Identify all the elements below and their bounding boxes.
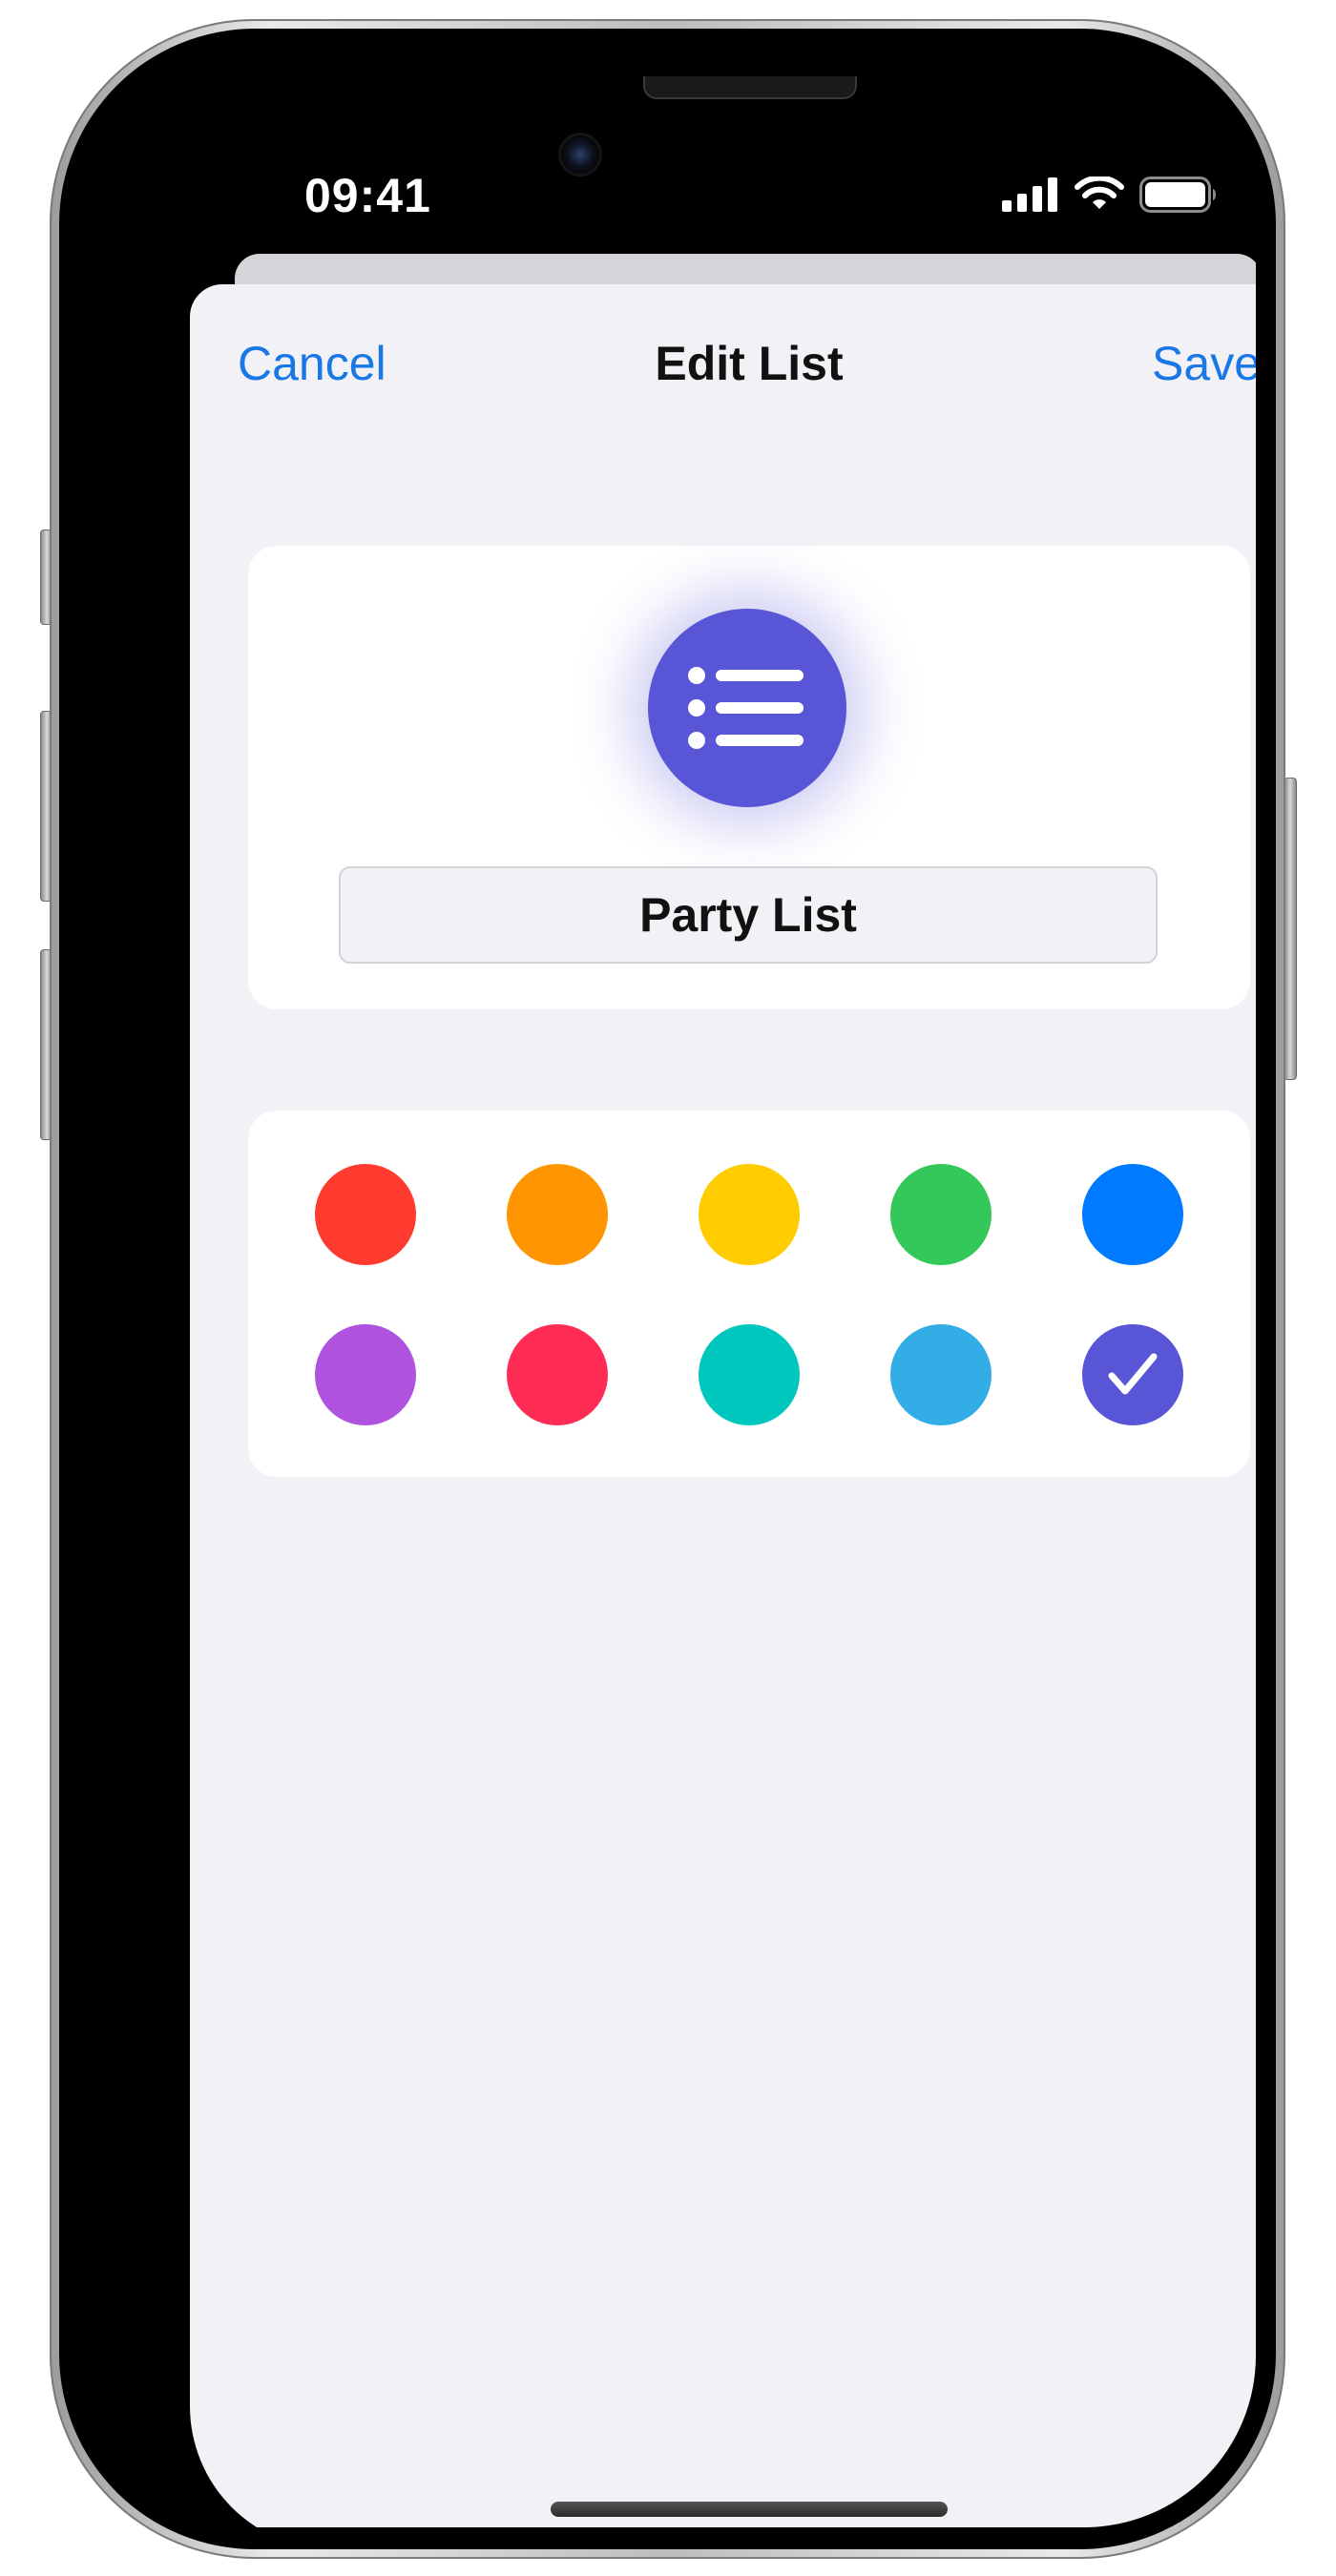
wifi-icon	[1075, 177, 1124, 209]
battery-icon	[1139, 177, 1216, 213]
side-power-button	[1284, 778, 1297, 1080]
color-swatch-indigo[interactable]	[1082, 1324, 1183, 1425]
phone-screen: 09:41 Edit List Cancel Save Party List	[80, 42, 1256, 2527]
color-swatch-yellow[interactable]	[699, 1164, 800, 1265]
list-bullet-icon	[688, 667, 804, 749]
color-swatch-red[interactable]	[315, 1164, 416, 1265]
list-icon-badge	[648, 609, 846, 807]
list-name-field[interactable]: Party List	[339, 866, 1158, 964]
color-swatch-pink[interactable]	[507, 1324, 608, 1425]
checkmark-icon	[1108, 1353, 1158, 1395]
color-swatch-green[interactable]	[890, 1164, 992, 1265]
color-swatch-grid	[315, 1164, 1183, 1425]
save-button[interactable]: Save	[1152, 336, 1256, 391]
home-indicator	[551, 2502, 948, 2517]
color-picker-card	[248, 1111, 1250, 1477]
front-camera	[561, 135, 599, 174]
color-swatch-purple[interactable]	[315, 1324, 416, 1425]
cellular-signal-icon	[1002, 177, 1057, 212]
color-swatch-teal[interactable]	[699, 1324, 800, 1425]
color-swatch-light-blue[interactable]	[890, 1324, 992, 1425]
cancel-button[interactable]: Cancel	[238, 336, 386, 391]
color-swatch-orange[interactable]	[507, 1164, 608, 1265]
device-screenshot: 09:41 Edit List Cancel Save Party List	[0, 0, 1336, 2576]
speaker-grille	[643, 76, 857, 99]
color-swatch-blue[interactable]	[1082, 1164, 1183, 1265]
list-name-card: Party List	[248, 546, 1250, 1009]
navigation-bar: Edit List Cancel Save	[190, 284, 1256, 447]
edit-list-sheet: Edit List Cancel Save Party List	[190, 284, 1256, 2527]
status-icons	[1002, 176, 1218, 214]
status-time: 09:41	[304, 169, 431, 222]
